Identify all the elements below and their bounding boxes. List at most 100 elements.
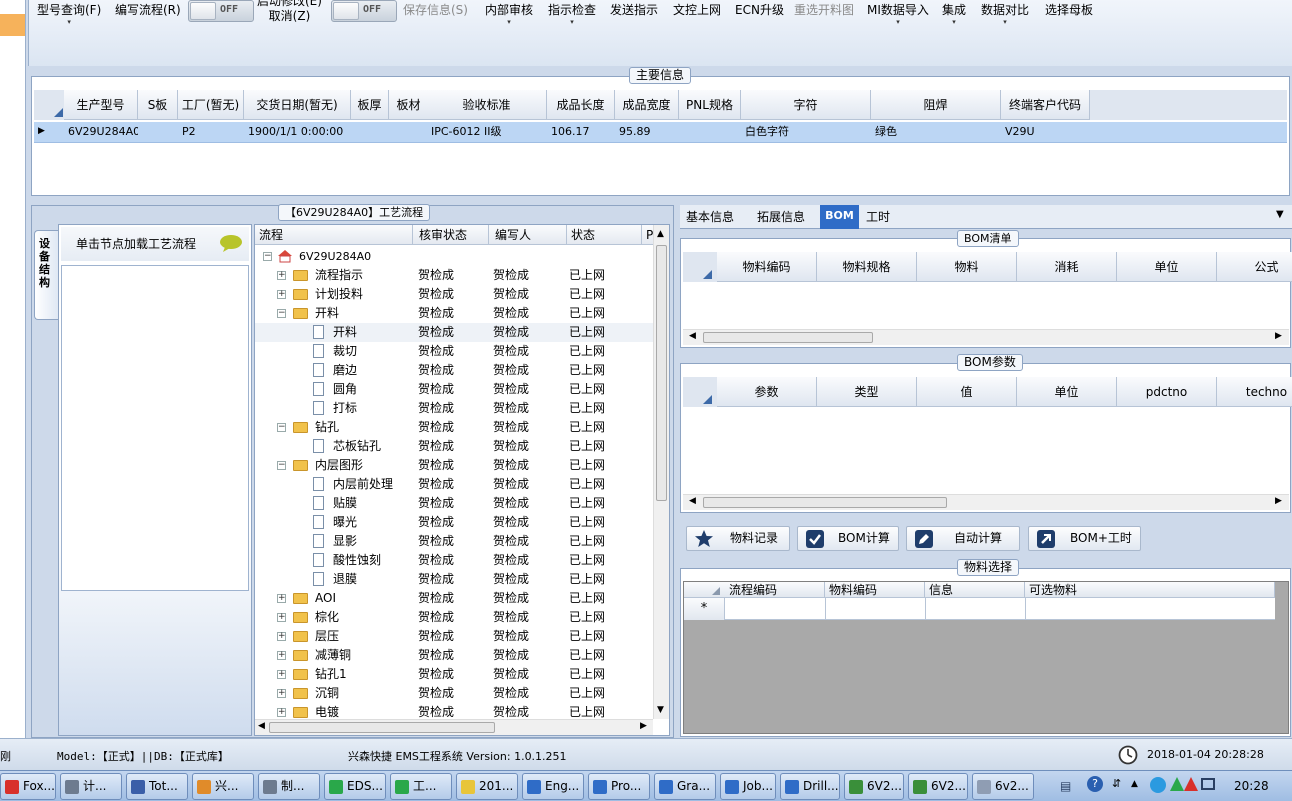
tree-row[interactable]: 开料 贺检成 贺检成 已上网 (255, 323, 653, 342)
tree-row[interactable]: 圆角 贺检成 贺检成 已上网 (255, 380, 653, 399)
main-info-col-header[interactable]: 交货日期(暂无) (244, 90, 351, 120)
main-info-col-header[interactable]: 验收标准 (427, 90, 547, 120)
taskbar-item[interactable]: Gra... (654, 773, 716, 800)
material-record-button[interactable]: 物料记录 (686, 526, 790, 551)
flow-col-header[interactable]: 编写人 (491, 225, 567, 245)
expand-icon[interactable]: + (277, 651, 286, 660)
material-col-header[interactable]: 信息 (925, 582, 1025, 598)
main-info-cell[interactable]: IPC-6012 II级 (431, 122, 547, 142)
tree-row[interactable]: 贴膜 贺检成 贺检成 已上网 (255, 494, 653, 513)
hscroll-thumb[interactable] (269, 722, 495, 733)
tree-row[interactable]: − 内层图形 贺检成 贺检成 已上网 (255, 456, 653, 475)
bom-params-col-header[interactable]: 单位 (1017, 377, 1117, 407)
flow-tree-vscroll[interactable]: ▲ ▼ (653, 225, 669, 719)
tray-network-icon[interactable] (1201, 778, 1215, 790)
tree-row[interactable]: + 钻孔1 贺检成 贺检成 已上网 (255, 665, 653, 684)
taskbar-item[interactable]: 制... (258, 773, 320, 800)
tree-row[interactable]: 磨边 贺检成 贺检成 已上网 (255, 361, 653, 380)
bom-calc-button[interactable]: BOM计算 (797, 526, 899, 551)
main-info-col-header[interactable]: S板 (138, 90, 178, 120)
tree-row[interactable]: 内层前处理 贺检成 贺检成 已上网 (255, 475, 653, 494)
tree-row[interactable]: 打标 贺检成 贺检成 已上网 (255, 399, 653, 418)
taskbar-item[interactable]: 201... (456, 773, 518, 800)
tree-row[interactable]: 酸性蚀刻 贺检成 贺检成 已上网 (255, 551, 653, 570)
auto-calc-button[interactable]: 自动计算 (906, 526, 1020, 551)
main-info-cell[interactable]: 白色字符 (745, 122, 871, 142)
main-info-col-header[interactable]: PNL规格 (679, 90, 741, 120)
collapse-icon[interactable]: − (277, 423, 286, 432)
bom-params-col-header[interactable]: techno (1217, 377, 1292, 407)
tree-row[interactable]: − 开料 贺检成 贺检成 已上网 (255, 304, 653, 323)
main-info-col-header[interactable]: 字符 (741, 90, 871, 120)
tree-row[interactable]: 裁切 贺检成 贺检成 已上网 (255, 342, 653, 361)
main-info-cell[interactable]: 95.89 (619, 122, 679, 142)
bom-params-col-header[interactable]: pdctno (1117, 377, 1217, 407)
internal-review-button[interactable]: 内部审核 ▾ (485, 3, 533, 27)
bom-hours-button[interactable]: BOM+工时 (1028, 526, 1141, 551)
tree-row[interactable]: − 钻孔 贺检成 贺检成 已上网 (255, 418, 653, 437)
tray-expand-icon[interactable]: ▲ (1131, 779, 1138, 789)
taskbar-item[interactable]: Eng... (522, 773, 584, 800)
expand-icon[interactable]: + (277, 632, 286, 641)
mi-import-button[interactable]: MI数据导入 ▾ (867, 3, 929, 27)
tree-root[interactable]: − 6V29U284A0 (255, 247, 653, 266)
tray-red-icon[interactable] (1184, 777, 1198, 791)
tree-row[interactable]: + AOI 贺检成 贺检成 已上网 (255, 589, 653, 608)
tray-app-icon[interactable] (1150, 777, 1166, 793)
model-query-button[interactable]: 型号查询(F) ▾ (37, 3, 101, 27)
taskbar-item[interactable]: Drill... (780, 773, 840, 800)
bom-params-col-header[interactable]: 类型 (817, 377, 917, 407)
main-info-col-header[interactable]: 生产型号 (64, 90, 138, 120)
material-col-header[interactable]: 流程编码 (725, 582, 825, 598)
bom-params-col-header[interactable]: 参数 (717, 377, 817, 407)
bom-list-col-header[interactable]: 消耗 (1017, 252, 1117, 282)
instruction-check-button[interactable]: 指示检查 ▾ (548, 3, 596, 27)
ecn-upgrade-button[interactable]: ECN升级 (735, 3, 784, 18)
expand-icon[interactable]: + (277, 670, 286, 679)
reselect-material-button[interactable]: 重选开料图 (794, 3, 854, 18)
expand-icon[interactable]: + (277, 689, 286, 698)
tray-help-icon[interactable]: ? (1087, 776, 1103, 792)
taskbar-item[interactable]: 6v2... (972, 773, 1034, 800)
tree-row[interactable]: + 计划投料 贺检成 贺检成 已上网 (255, 285, 653, 304)
material-col-header[interactable]: 可选物料 (1025, 582, 1275, 598)
start-modify-button[interactable]: 启动修改(E) 取消(Z) (257, 0, 322, 24)
tab-bom[interactable]: BOM (820, 205, 859, 229)
tab-hours[interactable]: 工时 (866, 208, 890, 225)
main-info-cell[interactable]: P2 (182, 122, 244, 142)
integration-button[interactable]: 集成 ▾ (942, 3, 966, 27)
material-new-row[interactable] (684, 598, 1275, 620)
data-compare-button[interactable]: 数据对比 ▾ (981, 3, 1029, 27)
taskbar-item[interactable]: EDS... (324, 773, 386, 800)
tab-device-structure[interactable]: 设备结构 (34, 230, 58, 320)
taskbar-item[interactable]: 计... (60, 773, 122, 800)
bom-params-hscroll[interactable]: ◀ ▶ (683, 494, 1289, 510)
flow-col-header[interactable]: 状态 (567, 225, 642, 245)
main-info-col-header[interactable]: 阻焊 (871, 90, 1001, 120)
tree-row[interactable]: 芯板钻孔 贺检成 贺检成 已上网 (255, 437, 653, 456)
save-info-button[interactable]: 保存信息(S) (403, 3, 468, 18)
tree-row[interactable]: + 沉铜 贺检成 贺检成 已上网 (255, 684, 653, 703)
tab-extended-info[interactable]: 拓展信息 (757, 208, 805, 225)
tree-row[interactable]: 显影 贺检成 贺检成 已上网 (255, 532, 653, 551)
send-instruction-button[interactable]: 发送指示 (610, 3, 658, 18)
main-info-col-header[interactable]: 板材 (389, 90, 429, 120)
taskbar-item[interactable]: Job... (720, 773, 776, 800)
flow-col-header[interactable]: 流程 (255, 225, 413, 245)
main-info-col-header[interactable]: 成品宽度 (615, 90, 679, 120)
taskbar-item[interactable]: Pro... (588, 773, 650, 800)
doc-upload-button[interactable]: 文控上网 (673, 3, 721, 18)
tree-row[interactable]: + 减薄铜 贺检成 贺检成 已上网 (255, 646, 653, 665)
vscroll-thumb[interactable] (656, 245, 667, 501)
bom-list-col-header[interactable]: 物料 (917, 252, 1017, 282)
main-info-col-header[interactable]: 成品长度 (547, 90, 615, 120)
main-info-cell[interactable]: V29U (1005, 122, 1090, 142)
material-col-header[interactable]: 物料编码 (825, 582, 925, 598)
tree-row[interactable]: 曝光 贺检成 贺检成 已上网 (255, 513, 653, 532)
bom-params-col-header[interactable]: 值 (917, 377, 1017, 407)
toggle-edit-flow[interactable]: OFF (188, 0, 254, 22)
tray-green-icon[interactable] (1170, 777, 1184, 791)
bom-list-col-header[interactable]: 单位 (1117, 252, 1217, 282)
main-info-col-header[interactable]: 终端客户代码 (1001, 90, 1090, 120)
select-mother-button[interactable]: 选择母板 (1045, 3, 1093, 18)
